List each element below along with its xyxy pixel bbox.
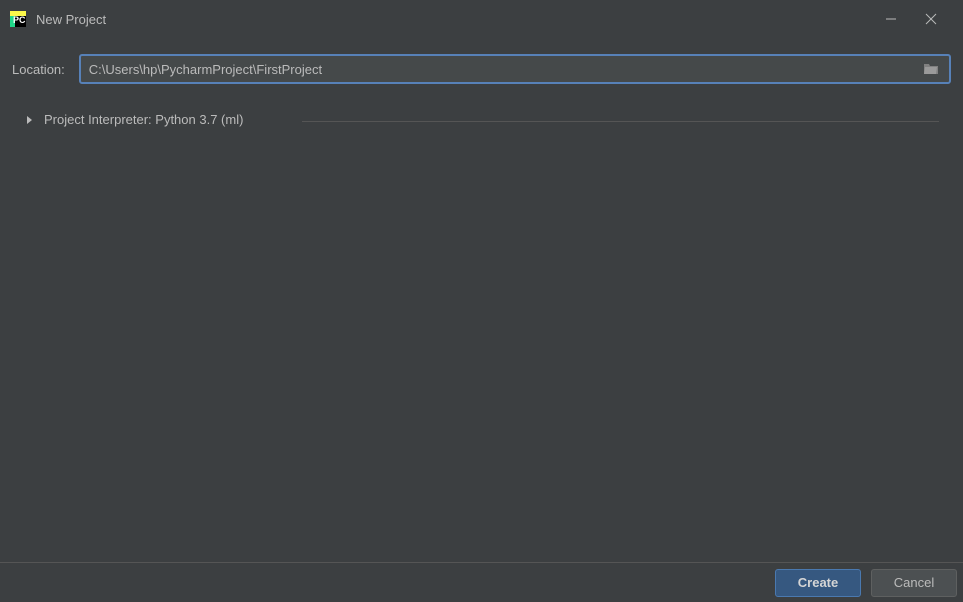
location-input[interactable] bbox=[81, 62, 913, 77]
location-input-wrapper bbox=[79, 54, 951, 84]
svg-text:PC: PC bbox=[13, 15, 26, 25]
create-button[interactable]: Create bbox=[775, 569, 861, 597]
content-area: Location: Project Interpreter: Python 3.… bbox=[0, 38, 963, 132]
separator-line bbox=[302, 121, 939, 122]
interpreter-row[interactable]: Project Interpreter: Python 3.7 (ml) bbox=[12, 112, 951, 127]
button-bar: Create Cancel bbox=[0, 562, 963, 602]
window-title: New Project bbox=[36, 12, 885, 27]
pycharm-icon: PC bbox=[10, 11, 26, 27]
chevron-right-icon bbox=[26, 115, 34, 125]
browse-folder-icon[interactable] bbox=[913, 62, 949, 76]
location-row: Location: bbox=[12, 54, 951, 84]
titlebar: PC New Project bbox=[0, 0, 963, 38]
cancel-button[interactable]: Cancel bbox=[871, 569, 957, 597]
interpreter-label: Project Interpreter: Python 3.7 (ml) bbox=[44, 112, 243, 127]
location-label: Location: bbox=[12, 62, 65, 77]
window-controls bbox=[885, 13, 953, 25]
close-button[interactable] bbox=[925, 13, 937, 25]
minimize-button[interactable] bbox=[885, 13, 897, 25]
